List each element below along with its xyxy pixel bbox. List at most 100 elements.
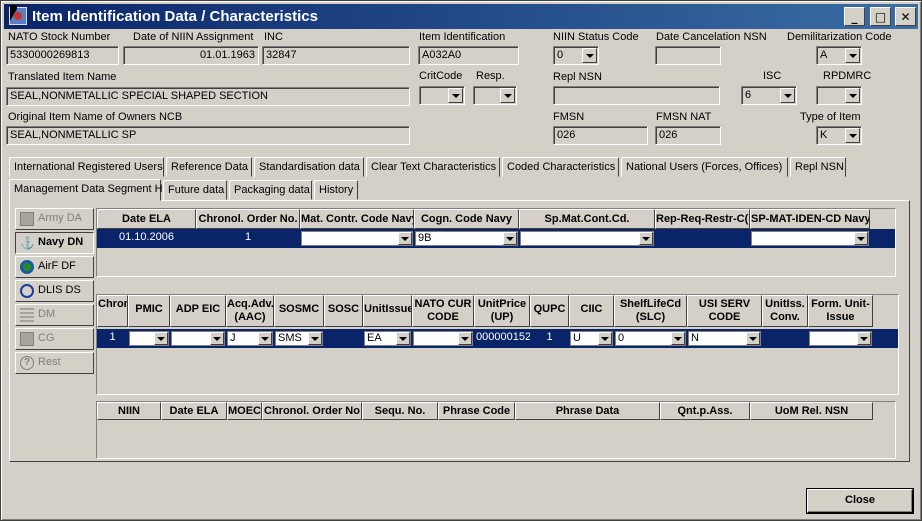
col-form-unit-issue[interactable]: Form. Unit-Issue	[808, 295, 873, 327]
ciic-select[interactable]: U	[570, 331, 613, 346]
tab-history[interactable]: History	[314, 180, 358, 200]
translated-name-field[interactable]: SEAL,NONMETALLIC SPECIAL SHAPED SECTION	[6, 87, 410, 106]
chevron-down-icon[interactable]	[396, 332, 410, 345]
sp-mat-iden-select[interactable]	[751, 231, 869, 246]
minimize-button[interactable]: _	[844, 7, 865, 26]
slc-select[interactable]: 0	[615, 331, 686, 346]
dm-button[interactable]: DM	[15, 304, 94, 326]
chevron-down-icon[interactable]	[308, 332, 322, 345]
dlis-ds-button[interactable]: DLIS DS	[15, 280, 94, 302]
col-niin[interactable]: NIIN	[97, 402, 161, 420]
chevron-down-icon[interactable]	[854, 232, 868, 245]
inc-field[interactable]: 32847	[262, 46, 410, 65]
navy-dn-button[interactable]: ⚓ Navy DN	[15, 232, 94, 254]
airf-df-button[interactable]: AirF DF	[15, 256, 94, 278]
aac-select[interactable]: J	[227, 331, 273, 346]
col-phrase-code[interactable]: Phrase Code	[438, 402, 515, 420]
cg-button[interactable]: CG	[15, 328, 94, 350]
col-uom-rel-nsn[interactable]: UoM Rel. NSN	[750, 402, 873, 420]
navy-data-grid[interactable]: Date ELA Chronol. Order No. Mat. Contr. …	[96, 208, 896, 277]
col-ciic[interactable]: CIIC	[569, 295, 614, 327]
tab-coded-characteristics[interactable]: Coded Characteristics	[502, 157, 619, 177]
tab-reference-data[interactable]: Reference Data	[166, 157, 252, 177]
col-unit-issue[interactable]: UnitIssueCd	[363, 295, 412, 327]
repl-nsn-field[interactable]	[553, 86, 720, 105]
col-sp-mat-cont-cd[interactable]: Sp.Mat.Cont.Cd.	[519, 209, 655, 229]
usi-serv-select[interactable]: N	[688, 331, 761, 346]
col-chronol-order[interactable]: Chronol. Order	[97, 295, 128, 327]
item-id-field[interactable]: A032A0	[418, 46, 519, 65]
cell-chronol[interactable]: 1	[196, 231, 300, 243]
tab-international-registered-users[interactable]: International Registered Users	[9, 157, 164, 177]
col-date-ela[interactable]: Date ELA	[161, 402, 227, 420]
management-data-grid[interactable]: Chronol. Order PMIC ADP EIC Acq.Adv.Code…	[96, 294, 899, 395]
fmsn-nat-field[interactable]: 026	[655, 126, 721, 145]
col-aac[interactable]: Acq.Adv.Code (AAC)	[226, 295, 274, 327]
niin-date-field[interactable]: 01.01.1963	[123, 46, 259, 65]
rest-button[interactable]: ? Rest	[15, 352, 94, 374]
cell-qupc[interactable]: 1	[530, 331, 569, 343]
col-date-ela[interactable]: Date ELA	[97, 209, 196, 229]
cell-unit-price[interactable]: 000000152	[474, 331, 530, 343]
col-rep-req-restr[interactable]: Rep-Req-Restr-C(R)	[655, 209, 750, 229]
tab-management-data-segment-h[interactable]: Management Data Segment H	[9, 179, 163, 201]
chevron-down-icon[interactable]	[845, 88, 860, 103]
chevron-down-icon[interactable]	[582, 48, 597, 63]
title-bar[interactable]: Item Identification Data / Characteristi…	[4, 4, 918, 29]
col-mat-contr-code[interactable]: Mat. Contr. Code Navy	[300, 209, 414, 229]
tab-repl-nsn[interactable]: Repl NSN	[790, 157, 846, 177]
phrase-data-grid[interactable]: NIIN Date ELA MOEC Chronol. Order No Seq…	[96, 401, 896, 459]
chevron-down-icon[interactable]	[398, 232, 412, 245]
col-shelf-life[interactable]: ShelfLifeCd (SLC)	[614, 295, 687, 327]
col-sequ-no[interactable]: Sequ. No.	[362, 402, 438, 420]
col-qnt-p-ass[interactable]: Qnt.p.Ass.	[660, 402, 750, 420]
chevron-down-icon[interactable]	[503, 232, 517, 245]
col-sp-mat-iden-cd[interactable]: SP-MAT-IDEN-CD Navy	[750, 209, 870, 229]
cogn-code-select[interactable]: 9B	[415, 231, 518, 246]
cell-chronol[interactable]: 1	[97, 331, 128, 343]
col-chronol-order[interactable]: Chronol. Order No	[262, 402, 362, 420]
chevron-down-icon[interactable]	[746, 332, 760, 345]
chevron-down-icon[interactable]	[448, 88, 463, 103]
col-adp-eic[interactable]: ADP EIC	[170, 295, 226, 327]
chevron-down-icon[interactable]	[780, 88, 795, 103]
adp-eic-select[interactable]	[171, 331, 225, 346]
col-unit-price[interactable]: UnitPrice (UP)	[474, 295, 530, 327]
nsn-field[interactable]: 5330000269813	[6, 46, 119, 65]
table-row[interactable]: 01.10.2006 1 9B	[97, 229, 895, 248]
chevron-down-icon[interactable]	[845, 128, 860, 143]
niin-status-select[interactable]: 0	[553, 46, 599, 65]
col-chronol-order[interactable]: Chronol. Order No.	[196, 209, 300, 229]
chevron-down-icon[interactable]	[500, 88, 515, 103]
cell-date-ela[interactable]: 01.10.2006	[97, 231, 196, 243]
sosmc-select[interactable]: SMS	[275, 331, 323, 346]
maximize-button[interactable]: □	[870, 7, 891, 26]
col-qupc[interactable]: QUPC	[530, 295, 569, 327]
chevron-down-icon[interactable]	[598, 332, 612, 345]
col-pmic[interactable]: PMIC	[128, 295, 170, 327]
mat-contr-select[interactable]	[301, 231, 413, 246]
unit-issue-select[interactable]: EA	[364, 331, 411, 346]
orig-name-field[interactable]: SEAL,NONMETALLIC SP	[6, 126, 410, 145]
nato-cur-select[interactable]	[413, 331, 473, 346]
tab-standardisation-data[interactable]: Standardisation data	[254, 157, 364, 177]
type-select[interactable]: K	[816, 126, 862, 145]
rpdmrc-select[interactable]	[816, 86, 862, 105]
resp-select[interactable]	[473, 86, 517, 105]
col-moec[interactable]: MOEC	[227, 402, 262, 420]
chevron-down-icon[interactable]	[857, 332, 871, 345]
fmsn-field[interactable]: 026	[553, 126, 648, 145]
army-da-button[interactable]: Army DA	[15, 208, 94, 230]
close-window-button[interactable]: ✕	[895, 7, 916, 26]
form-unit-issue-select[interactable]	[809, 331, 872, 346]
close-button[interactable]: Close	[807, 489, 913, 513]
chevron-down-icon[interactable]	[210, 332, 224, 345]
table-row[interactable]: 1 J SMS EA 000000152 1 U 0 N	[97, 329, 898, 348]
tab-national-users[interactable]: National Users (Forces, Offices)	[621, 157, 788, 177]
isc-select[interactable]: 6	[741, 86, 797, 105]
chevron-down-icon[interactable]	[458, 332, 472, 345]
tab-clear-text-characteristics[interactable]: Clear Text Characteristics	[366, 157, 500, 177]
tab-packaging-data[interactable]: Packaging data	[229, 180, 312, 200]
col-sosc[interactable]: SOSC	[324, 295, 363, 327]
chevron-down-icon[interactable]	[845, 48, 860, 63]
